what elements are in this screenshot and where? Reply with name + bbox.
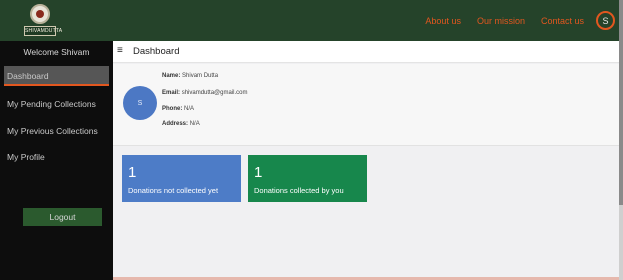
profile-email: Email: shivamdutta@gmail.com [162, 90, 247, 96]
brand-logo[interactable]: SHIVAMDUTTA [24, 4, 63, 37]
phone-value: N/A [184, 106, 195, 112]
page-header: ≡ Dashboard [113, 41, 619, 63]
profile-panel: S Name: Shivam Dutta Email: shivamdutta@… [113, 64, 619, 146]
address-label: Address: [162, 121, 189, 127]
stat-label: Donations not collected yet [128, 186, 219, 195]
email-value: shivamdutta@gmail.com [181, 90, 248, 96]
phone-label: Phone: [162, 106, 183, 112]
stat-label: Donations collected by you [254, 186, 344, 195]
nav-links: About us Our mission Contact us S [425, 8, 615, 33]
sidebar-item-profile[interactable]: My Profile [0, 147, 113, 167]
nav-link-contact-us[interactable]: Contact us [541, 16, 584, 26]
logo-text: SHIVAMDUTTA [24, 26, 63, 36]
stat-value: 1 [254, 164, 263, 181]
logout-button[interactable]: Logout [23, 208, 102, 226]
email-label: Email: [162, 90, 181, 96]
profile-phone: Phone: N/A [162, 106, 194, 112]
user-avatar-button[interactable]: S [596, 11, 615, 30]
emblem-icon [30, 4, 50, 24]
sidebar: Welcome Shivam Dashboard My Pending Coll… [0, 41, 113, 280]
profile-avatar: S [123, 86, 157, 120]
profile-name: Name: Shivam Dutta [162, 73, 218, 79]
stat-card-collected[interactable]: 1 Donations collected by you [248, 155, 367, 202]
profile-address: Address: N/A [162, 121, 200, 127]
stat-value: 1 [128, 164, 137, 181]
stat-card-not-collected[interactable]: 1 Donations not collected yet [122, 155, 241, 202]
sidebar-item-pending-collections[interactable]: My Pending Collections [0, 94, 113, 114]
name-label: Name: [162, 73, 181, 79]
sidebar-item-dashboard[interactable]: Dashboard [4, 66, 109, 86]
page-title: Dashboard [133, 46, 180, 57]
welcome-text: Welcome Shivam [23, 47, 90, 57]
hamburger-icon[interactable]: ≡ [117, 45, 123, 56]
nav-link-about-us[interactable]: About us [425, 16, 461, 26]
nav-link-our-mission[interactable]: Our mission [477, 16, 525, 26]
name-value: Shivam Dutta [182, 73, 219, 79]
scrollbar-thumb[interactable] [619, 0, 623, 205]
top-navbar: SHIVAMDUTTA About us Our mission Contact… [0, 0, 619, 41]
address-value: N/A [189, 121, 200, 127]
sidebar-item-previous-collections[interactable]: My Previous Collections [0, 121, 113, 141]
